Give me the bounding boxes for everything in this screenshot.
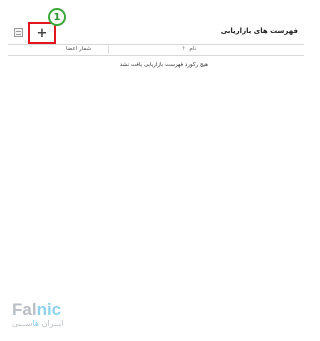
column-divider [108,46,109,54]
add-marketing-list-button[interactable]: + [28,22,56,44]
brand-subtitle: ایــران هاســبی [12,319,63,328]
page-title: فهرست های بازاریابی [220,27,298,35]
brand-word-accent: nic [36,300,62,319]
sort-ascending-icon: ↑ [181,46,186,52]
column-header-name[interactable]: نام ↑ [181,46,196,52]
column-header-members[interactable]: شمار اعضا [66,46,91,52]
brand-wordmark: Falnic [12,300,61,320]
table-header: نام ↑ شمار اعضا [8,44,304,56]
marketing-lists-panel: + 1 فهرست های بازاریابی نام ↑ شمار اعضا … [0,0,311,341]
empty-list-message: هیچ رکورد فهرست بازاریابی یافت نشد [119,62,208,68]
step-number-badge: 1 [48,8,66,26]
brand-sub-start: ایــران [39,319,64,328]
brand-word-start: Fal [12,300,37,319]
brand-sub-end: ســبی [12,319,33,328]
list-view-icon[interactable] [14,28,23,37]
toolbar: + 1 فهرست های بازاریابی [8,8,304,44]
column-name-label: نام [189,46,196,52]
falnic-watermark-logo: Falnic ایــران هاســبی [12,300,72,334]
plus-icon: + [36,25,48,41]
